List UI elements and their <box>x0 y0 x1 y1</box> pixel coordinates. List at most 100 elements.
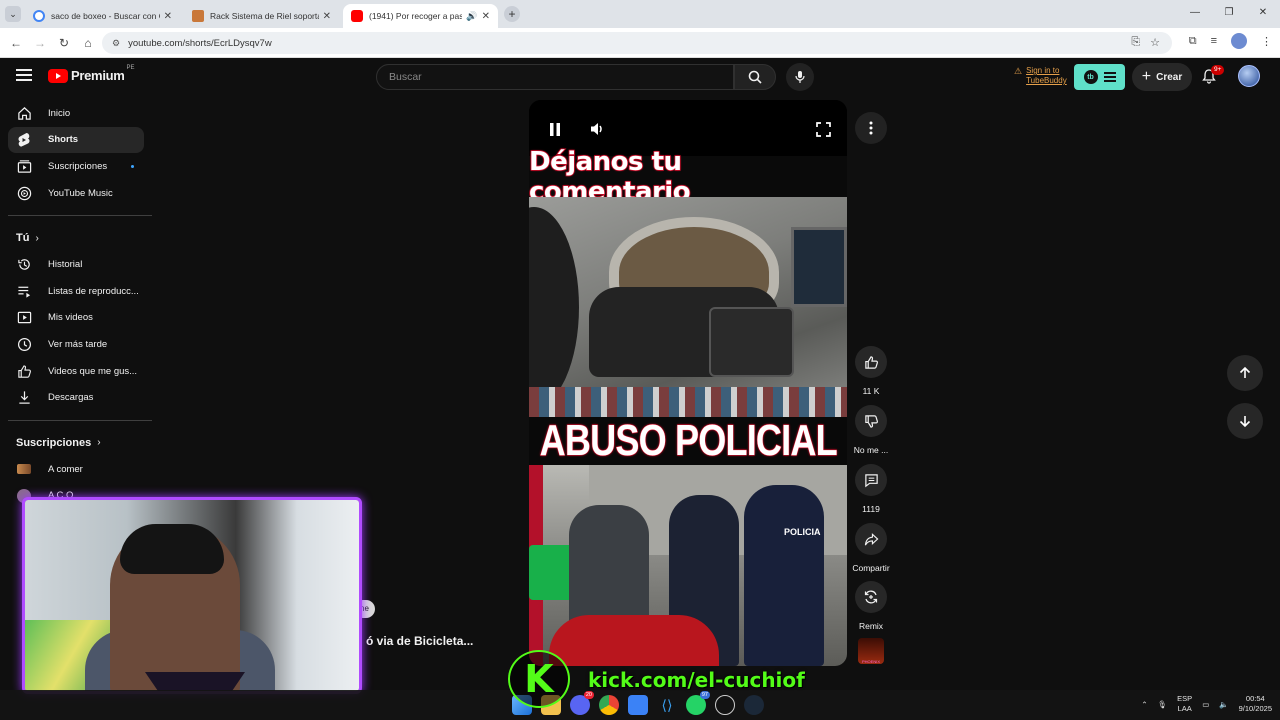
sidebar-item-youtube-music[interactable]: YouTube Music <box>8 180 144 207</box>
close-window-icon[interactable]: ✕ <box>1246 0 1280 28</box>
menu-icon[interactable] <box>16 69 32 84</box>
warning-icon: ⚠ <box>1014 66 1023 76</box>
subscriptions-icon <box>16 158 32 174</box>
network-icon[interactable]: ▭ <box>1202 700 1209 709</box>
like-action[interactable]: 11 K <box>845 346 897 396</box>
pause-icon <box>550 122 560 136</box>
tab-search-button[interactable]: ⌄ <box>5 6 21 22</box>
share-button[interactable] <box>855 523 887 555</box>
url-text: youtube.com/shorts/EcrLDysqv7w <box>128 37 272 49</box>
new-tab-button[interactable]: + <box>504 6 520 22</box>
kick-logo-icon: K <box>508 650 570 708</box>
browser-menu-icon[interactable]: ⋮ <box>1261 35 1272 48</box>
tubebuddy-menu-button[interactable]: tb <box>1074 64 1125 90</box>
close-tab-icon[interactable]: ✕ <box>323 11 331 22</box>
create-button[interactable]: + Crear <box>1132 63 1192 91</box>
language-indicator[interactable]: ESP LAA <box>1177 694 1192 714</box>
remix-button[interactable] <box>855 581 887 613</box>
fullscreen-button[interactable] <box>812 118 834 140</box>
previous-short-button[interactable] <box>1227 355 1263 391</box>
tubebuddy-signin-link[interactable]: ⚠ Sign in to TubeBuddy <box>1014 66 1067 86</box>
close-tab-icon[interactable]: ✕ <box>482 11 490 22</box>
next-short-button[interactable] <box>1227 403 1263 439</box>
reload-icon[interactable]: ↻ <box>52 36 76 50</box>
sidebar-item-liked-videos[interactable]: Videos que me gus... <box>8 358 144 385</box>
address-bar[interactable]: ⚙ youtube.com/shorts/EcrLDysqv7w ⎘ ☆ <box>102 32 1172 54</box>
home-icon <box>16 105 32 121</box>
like-button[interactable] <box>855 346 887 378</box>
browser-tab-active[interactable]: (1941) Por recoger a pasaje 🔊 ✕ <box>343 4 498 28</box>
sidebar-subscriptions-heading[interactable]: Suscripciones › <box>0 430 152 456</box>
home-icon[interactable]: ⌂ <box>76 36 100 50</box>
browser-tab[interactable]: Rack Sistema de Riel soporta 3 ✕ <box>184 4 339 28</box>
sidebar-item-suscripciones[interactable]: Suscripciones <box>8 153 144 180</box>
search-input[interactable]: Buscar <box>376 64 734 90</box>
sidebar-item-playlists[interactable]: Listas de reproducc... <box>8 278 144 305</box>
sidebar-item-label: Descargas <box>48 392 94 404</box>
extensions-icon[interactable]: ⧉ <box>1189 35 1197 48</box>
tray-mic-icon[interactable]: 🎙 <box>1158 700 1168 709</box>
sidebar-item-label: YouTube Music <box>48 187 113 199</box>
sidebar-item-shorts[interactable]: Shorts <box>8 126 144 154</box>
tray-expand-icon[interactable]: ⌃ <box>1141 700 1147 709</box>
search-button[interactable] <box>734 64 776 90</box>
chevron-right-icon: › <box>97 437 101 449</box>
shorts-video-player[interactable]: Déjanos tu comentario ABUSO POLICIAL POL… <box>529 100 847 666</box>
remix-action[interactable]: Remix <box>845 581 897 631</box>
sidebar-you-heading[interactable]: Tú › <box>0 225 152 251</box>
forward-icon[interactable]: → <box>28 36 52 50</box>
tab-audio-icon[interactable]: 🔊 <box>466 11 477 22</box>
uniform-text: POLICIA <box>784 527 821 537</box>
playlist-icon <box>16 283 32 299</box>
youtube-play-icon <box>48 68 68 83</box>
restore-icon[interactable]: ❐ <box>1212 0 1246 28</box>
site-info-icon[interactable]: ⚙ <box>112 38 120 49</box>
profile-avatar-icon[interactable] <box>1231 33 1247 49</box>
short-title[interactable]: ó via de Bicicleta... <box>366 634 473 648</box>
account-avatar[interactable] <box>1238 65 1260 87</box>
share-action[interactable]: Compartir <box>845 523 897 573</box>
comments-button[interactable] <box>855 464 887 496</box>
comments-action[interactable]: 1119 <box>845 464 897 514</box>
dislike-action[interactable]: No me ... <box>845 405 897 455</box>
back-icon[interactable]: ← <box>4 36 28 50</box>
media-controls-icon[interactable]: ≡ <box>1211 35 1217 47</box>
minimize-icon[interactable]: — <box>1178 0 1212 28</box>
shorts-icon <box>16 132 32 148</box>
new-content-dot <box>131 164 134 168</box>
comments-count: 1119 <box>862 504 880 514</box>
sidebar-item-inicio[interactable]: Inicio <box>8 100 144 127</box>
browser-tab[interactable]: saco de boxeo - Buscar con Go ✕ <box>25 4 180 28</box>
bookmark-star-icon[interactable]: ☆ <box>1150 36 1160 49</box>
signin-line-1: Sign in to <box>1026 66 1060 75</box>
kick-stream-banner: K kick.com/el-cuchiof <box>508 650 848 708</box>
sidebar-item-mis-videos[interactable]: Mis videos <box>8 305 144 332</box>
volume-button[interactable] <box>586 118 608 140</box>
sidebar-item-ver-mas-tarde[interactable]: Ver más tarde <box>8 331 144 358</box>
channel-thumbnail[interactable]: PHOENIX <box>858 638 884 664</box>
speaker-icon[interactable]: 🔈 <box>1219 700 1228 709</box>
share-label: Compartir <box>852 563 890 573</box>
sidebar-item-historial[interactable]: Historial <box>8 251 144 278</box>
notifications-button[interactable]: 9+ <box>1201 65 1225 89</box>
more-options-button[interactable] <box>855 112 887 144</box>
sidebar-subscription-item[interactable]: A comer <box>8 456 144 483</box>
share-icon <box>864 532 878 545</box>
comment-icon <box>864 473 878 487</box>
thumb-down-icon <box>864 414 878 428</box>
store-favicon-icon <box>192 10 204 22</box>
dislike-button[interactable] <box>855 405 887 437</box>
arrow-up-icon <box>1239 366 1251 378</box>
sidebar-item-label: Shorts <box>48 134 79 146</box>
install-app-icon[interactable]: ⎘ <box>1131 36 1140 49</box>
sidebar-item-descargas[interactable]: Descargas <box>8 384 144 411</box>
kick-logo-letter: K <box>524 657 554 701</box>
clock[interactable]: 00:54 9/10/2025 <box>1239 694 1272 714</box>
voice-search-button[interactable] <box>786 63 814 91</box>
close-tab-icon[interactable]: ✕ <box>164 11 172 22</box>
pause-button[interactable] <box>544 118 566 140</box>
youtube-premium-logo[interactable]: Premium PE <box>48 65 135 83</box>
clock-time: 00:54 <box>1245 694 1265 703</box>
subscriptions-heading-text: Suscripciones <box>16 436 92 449</box>
channel-avatar <box>16 461 32 477</box>
